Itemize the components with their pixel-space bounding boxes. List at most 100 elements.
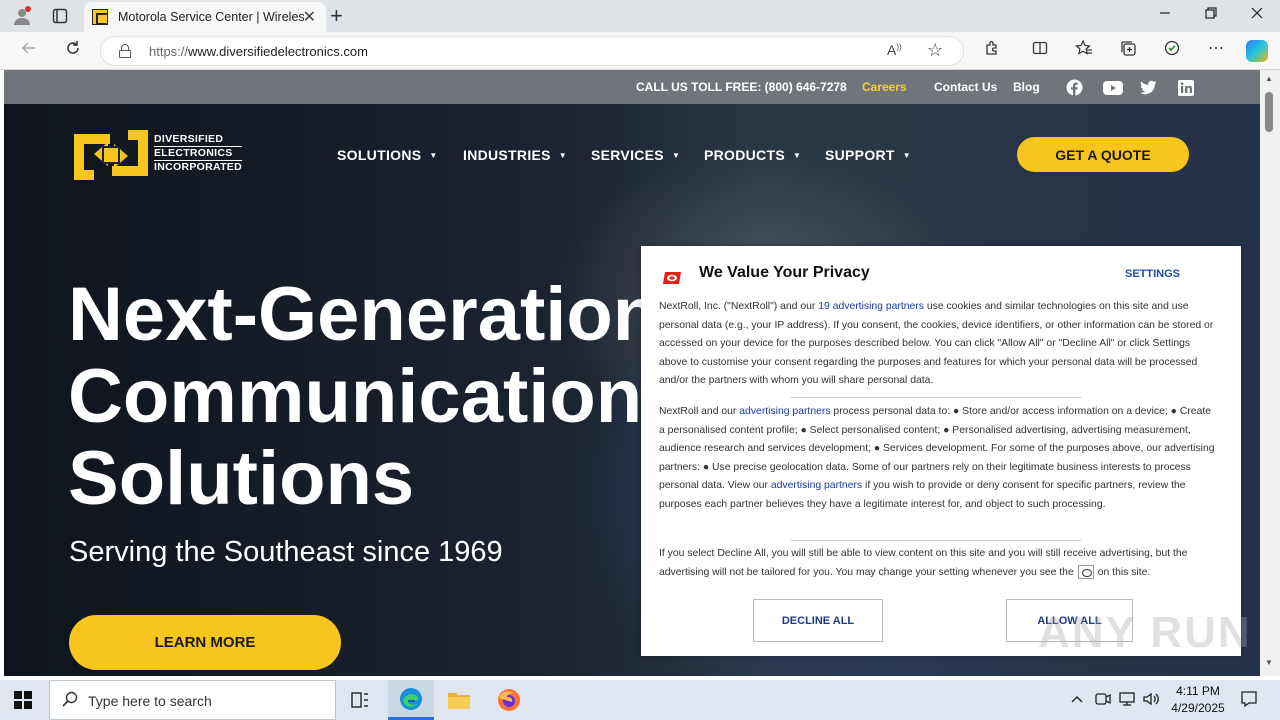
more-options-icon[interactable]: ⋯ [1204, 38, 1228, 58]
hero-headline-line-1: Next-Generation [68, 272, 660, 357]
nav-industries[interactable]: INDUSTRIES ▼ [463, 147, 567, 163]
search-icon [62, 691, 78, 712]
browser-tab-bar: Motorola Service Center | Wireless ✕ + [0, 0, 1280, 32]
close-window-button[interactable] [1234, 6, 1280, 24]
nextroll-settings-icon[interactable] [1077, 564, 1094, 579]
network-icon[interactable] [1119, 692, 1135, 709]
nav-support[interactable]: SUPPORT ▼ [825, 147, 911, 163]
logo-mark-icon [74, 130, 148, 180]
url-text[interactable]: https://www.diversifiedelectronics.com [149, 44, 368, 59]
facebook-icon[interactable] [1066, 79, 1083, 96]
read-aloud-glyph: A [887, 42, 897, 58]
tab-title: Motorola Service Center | Wireless [118, 10, 304, 24]
advertising-partners-link-2[interactable]: advertising partners [771, 480, 862, 491]
privacy-consent-dialog: We Value Your Privacy SETTINGS NextRoll,… [641, 246, 1241, 656]
notifications-icon[interactable] [1240, 690, 1258, 711]
taskbar-search-box[interactable]: Type here to search [49, 680, 336, 720]
scroll-down-icon[interactable]: ▼ [1265, 658, 1273, 667]
clock-time: 4:11 PM [1176, 684, 1220, 698]
url-domain: www.diversifiedelectronics.com [188, 44, 368, 59]
consent-p3-end: on this site. [1097, 566, 1151, 578]
consent-p2-start: NextRoll and our [659, 406, 740, 417]
show-hidden-icons[interactable] [1071, 692, 1083, 707]
youtube-icon[interactable] [1103, 79, 1123, 96]
caret-down-icon: ▼ [792, 151, 802, 160]
scroll-thumb[interactable] [1265, 92, 1273, 132]
windows-start-icon[interactable] [14, 691, 32, 709]
extensions-icon[interactable] [980, 40, 1004, 61]
profile-icon[interactable] [8, 4, 36, 28]
hero-headline: Next-Generation Communication Solutions [68, 274, 659, 520]
advertising-partners-link[interactable]: advertising partners [739, 406, 830, 417]
volume-icon[interactable] [1143, 692, 1159, 709]
logo-line-1: DIVERSIFIED [154, 133, 224, 145]
collections-icon[interactable] [1116, 39, 1140, 62]
firefox-icon[interactable] [486, 680, 532, 720]
copilot-icon[interactable] [1246, 40, 1268, 62]
page-scrollbar[interactable]: ▲ ▼ [1260, 70, 1280, 676]
logo-line-2: ELECTRONICS [154, 146, 242, 161]
consent-paragraph-3: If you select Decline All, you will stil… [659, 545, 1219, 582]
meet-now-icon[interactable] [1095, 692, 1111, 709]
consent-paragraph-1: NextRoll, Inc. ("NextRoll") and our 19 a… [659, 298, 1219, 391]
nav-products-label: PRODUCTS [704, 147, 785, 163]
task-view-icon[interactable] [337, 680, 383, 720]
hero-headline-line-2: Communication [68, 354, 643, 439]
system-clock[interactable]: 4:11 PM 4/29/2025 [1162, 683, 1234, 717]
decline-all-button[interactable]: DECLINE ALL [753, 599, 883, 642]
nav-services-label: SERVICES [591, 147, 664, 163]
contact-us-link[interactable]: Contact Us [934, 80, 997, 94]
blog-link[interactable]: Blog [1013, 80, 1040, 94]
consent-title: We Value Your Privacy [699, 264, 870, 281]
back-icon[interactable] [18, 40, 40, 61]
new-tab-button[interactable]: + [330, 3, 343, 29]
consent-paragraph-2: NextRoll and our advertising partners pr… [659, 403, 1219, 514]
company-logo[interactable]: DIVERSIFIED ELECTRONICS INCORPORATED [72, 122, 242, 188]
anyrun-watermark: ANY RUN [1038, 608, 1252, 657]
performance-icon[interactable] [1160, 39, 1184, 62]
linkedin-icon[interactable] [1177, 79, 1194, 96]
browser-toolbar: https://www.diversifiedelectronics.com A… [0, 32, 1280, 70]
browser-tab-active[interactable]: Motorola Service Center | Wireless ✕ [84, 2, 326, 32]
nextroll-logo-icon [663, 272, 681, 284]
tab-actions-icon[interactable] [46, 4, 74, 28]
nav-support-label: SUPPORT [825, 147, 895, 163]
consent-settings-link[interactable]: SETTINGS [1125, 268, 1180, 280]
toll-free-phone[interactable]: CALL US TOLL FREE: (800) 646-7278 [636, 80, 847, 94]
address-bar[interactable]: https://www.diversifiedelectronics.com A… [100, 36, 964, 66]
utility-bar: CALL US TOLL FREE: (800) 646-7278 Career… [4, 70, 1260, 104]
twitter-icon[interactable] [1140, 79, 1157, 96]
file-explorer-icon[interactable] [436, 680, 482, 720]
refresh-icon[interactable] [62, 40, 84, 61]
split-screen-icon[interactable] [1028, 40, 1052, 61]
scroll-up-icon[interactable]: ▲ [1265, 74, 1273, 83]
url-prefix: https:// [149, 44, 189, 59]
learn-more-button[interactable]: LEARN MORE [69, 615, 341, 670]
consent-divider [791, 397, 1081, 398]
partners-link[interactable]: 19 advertising partners [818, 301, 924, 312]
logo-line-3: INCORPORATED [154, 161, 242, 173]
nav-industries-label: INDUSTRIES [463, 147, 551, 163]
consent-p1-start: NextRoll, Inc. ("NextRoll") and our [659, 301, 819, 312]
nav-products[interactable]: PRODUCTS ▼ [704, 147, 801, 163]
favorites-icon[interactable] [1072, 39, 1096, 62]
careers-link[interactable]: Careers [862, 80, 907, 94]
get-a-quote-button[interactable]: GET A QUOTE [1017, 137, 1189, 172]
windows-taskbar: Type here to search 4:11 PM 4/29/2025 [0, 680, 1280, 720]
site-favicon-icon [92, 9, 108, 25]
nav-solutions[interactable]: SOLUTIONS ▼ [337, 147, 438, 163]
restore-button[interactable] [1188, 6, 1234, 24]
minimize-button[interactable] [1142, 6, 1188, 24]
edge-taskbar-icon[interactable] [388, 680, 434, 720]
nav-services[interactable]: SERVICES ▼ [591, 147, 680, 163]
lock-icon[interactable] [119, 44, 131, 58]
consent-p1-end: use cookies and similar technologies on … [659, 301, 1214, 386]
read-aloud-icon[interactable]: A)) [887, 42, 902, 58]
taskbar-search-placeholder: Type here to search [88, 693, 212, 709]
caret-down-icon: ▼ [671, 151, 681, 160]
caret-down-icon: ▼ [902, 151, 911, 160]
tab-close-icon[interactable]: ✕ [303, 7, 316, 27]
hero-subtitle: Serving the Southeast since 1969 [69, 536, 503, 568]
favorite-star-icon[interactable]: ☆ [927, 40, 943, 61]
caret-down-icon: ▼ [429, 151, 438, 160]
